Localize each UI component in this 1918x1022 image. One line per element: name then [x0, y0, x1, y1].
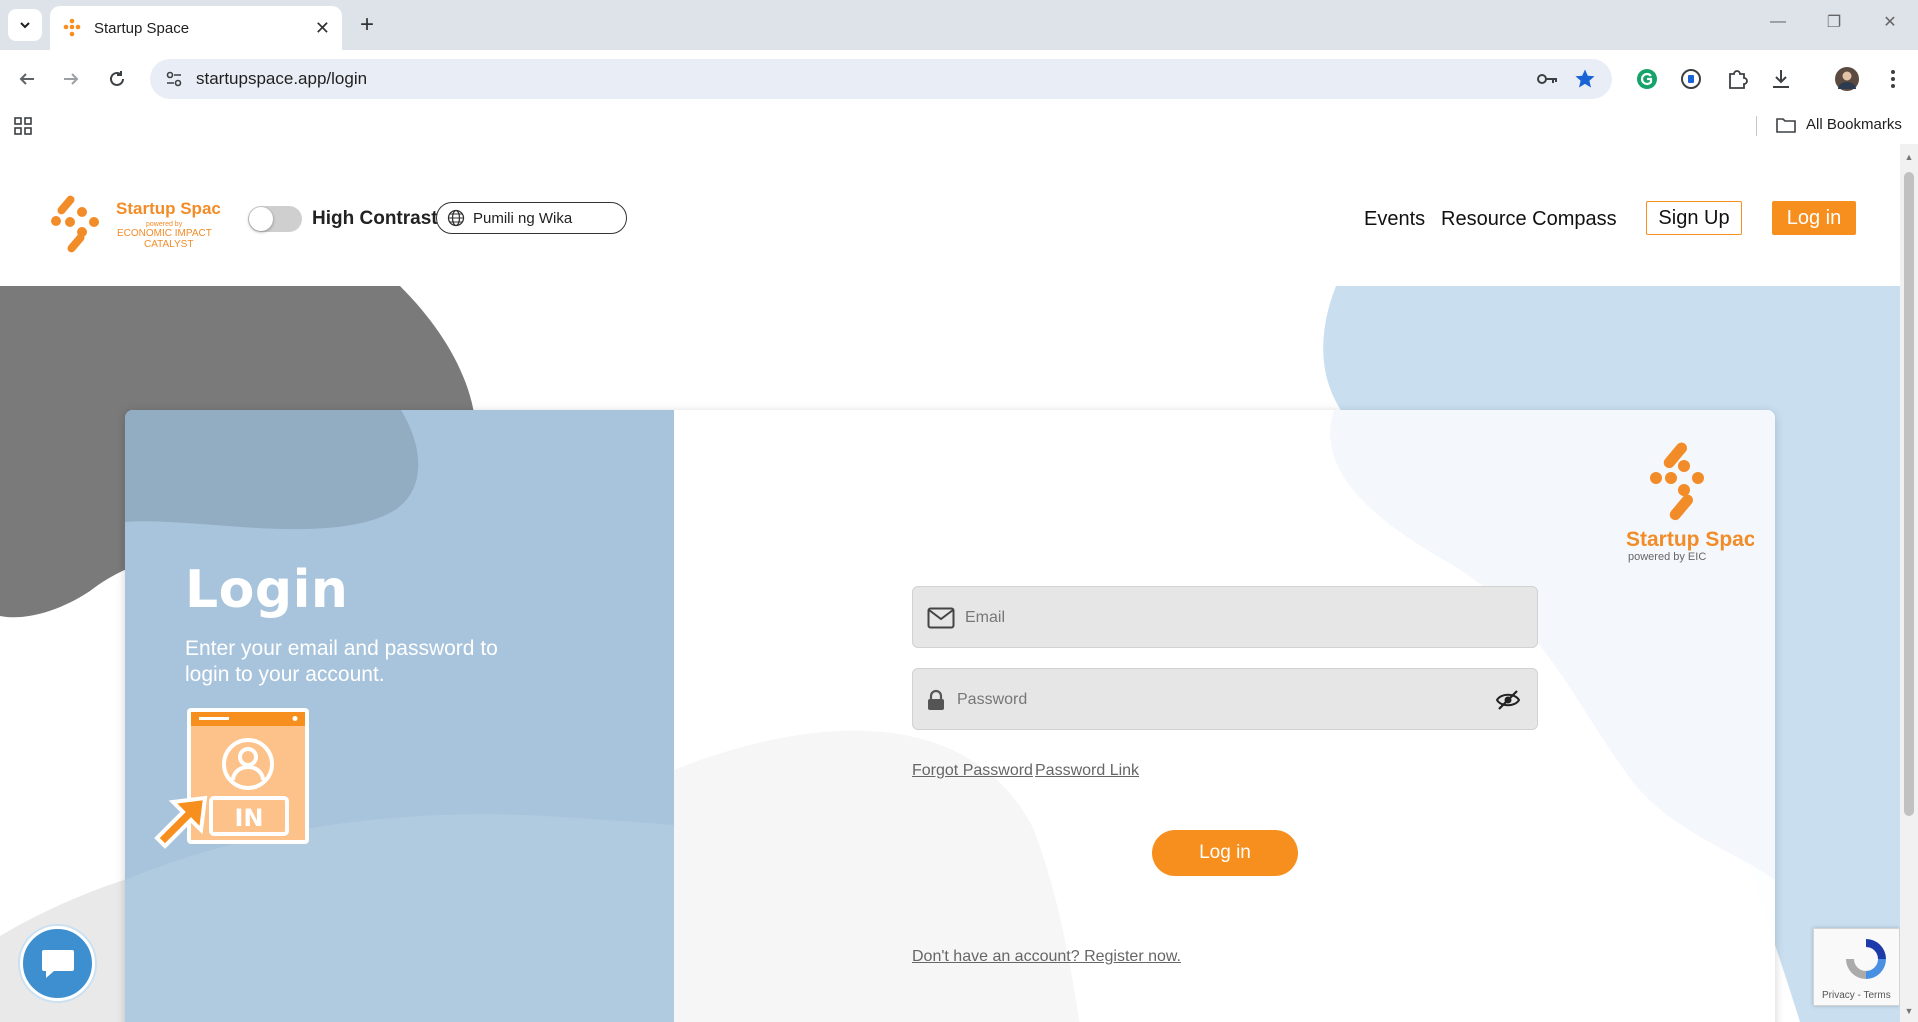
extensions-button[interactable]	[1724, 66, 1750, 92]
browser-tab[interactable]: Startup Space ✕	[50, 6, 342, 50]
mail-icon	[927, 607, 955, 629]
email-placeholder: Email	[965, 609, 1006, 626]
back-icon	[19, 73, 34, 85]
tune-icon[interactable]	[164, 69, 184, 89]
recaptcha-footer[interactable]: Privacy - Terms	[1822, 990, 1891, 1001]
grammarly-extension[interactable]	[1634, 66, 1660, 92]
grammarly-icon	[1637, 69, 1657, 89]
folder-icon	[1776, 117, 1796, 133]
login-card: Login Enter your email and password to l…	[125, 410, 1775, 1022]
eye-off-icon[interactable]	[1495, 689, 1521, 711]
email-field[interactable]: Email	[912, 586, 1538, 648]
reload-button[interactable]	[102, 64, 132, 94]
startup-space-logo-icon: Startup Space powered by ECONOMIC IMPACT…	[51, 195, 230, 253]
form-brand-logo: Startup Space powered by EIC	[1626, 442, 1754, 563]
recaptcha-badge[interactable]: Privacy - Terms	[1813, 928, 1900, 1006]
login-subtitle: Enter your email and password to login t…	[185, 637, 498, 686]
register-link[interactable]: Don't have an account? Register now.	[912, 948, 1181, 966]
profile-button[interactable]	[1834, 66, 1860, 92]
sign-up-button[interactable]: Sign Up	[1646, 201, 1742, 235]
more-icon	[1891, 70, 1895, 88]
favicon-icon	[63, 18, 81, 37]
scroll-down-arrow[interactable]: ▼	[1904, 1006, 1914, 1016]
svg-text:Startup Space: Startup Space	[116, 199, 220, 218]
high-contrast-toggle[interactable]	[248, 206, 302, 232]
bookmarks-bar: All Bookmarks	[0, 108, 1918, 144]
back-button[interactable]	[12, 64, 42, 94]
login-info-panel: Login Enter your email and password to l…	[125, 410, 674, 1022]
login-title: Login	[185, 560, 349, 620]
page-scrollbar[interactable]: ▲ ▼	[1900, 144, 1918, 1022]
login-illustration-icon: IN	[154, 708, 309, 849]
extension-icon	[1681, 69, 1701, 89]
password-link[interactable]: Password Link	[1035, 762, 1139, 780]
forward-icon	[64, 73, 79, 85]
password-placeholder: Password	[957, 691, 1028, 708]
chevron-down-icon	[20, 22, 30, 29]
all-bookmarks-button[interactable]: All Bookmarks	[1776, 116, 1902, 133]
tab-strip: Startup Space ✕ + — ❐ ✕	[0, 0, 1918, 50]
restore-button[interactable]: ❐	[1822, 10, 1846, 34]
globe-icon	[447, 209, 465, 227]
site-logo[interactable]: Startup Space powered by ECONOMIC IMPACT…	[48, 188, 230, 254]
page-viewport: Startup Space powered by ECONOMIC IMPACT…	[0, 144, 1900, 1022]
menu-button[interactable]	[1880, 66, 1906, 92]
svg-text:CATALYST: CATALYST	[144, 239, 193, 250]
download-icon	[1773, 70, 1789, 88]
apps-icon[interactable]	[14, 117, 32, 135]
svg-text:ECONOMIC IMPACT: ECONOMIC IMPACT	[117, 228, 212, 239]
tab-title: Startup Space	[94, 19, 190, 37]
close-window-button[interactable]: ✕	[1878, 10, 1902, 34]
tab-search-button[interactable]	[8, 9, 42, 41]
svg-text:powered by: powered by	[146, 221, 183, 228]
key-icon[interactable]	[1536, 69, 1560, 89]
scroll-up-arrow[interactable]: ▲	[1904, 152, 1914, 162]
password-field[interactable]: Password	[912, 668, 1538, 730]
chat-icon	[41, 949, 74, 978]
tab-close-button[interactable]: ✕	[315, 18, 330, 39]
login-hero: Login Enter your email and password to l…	[0, 286, 1900, 1022]
address-bar[interactable]: startupspace.app/login	[150, 59, 1612, 99]
star-icon[interactable]	[1574, 68, 1596, 90]
svg-text:powered by EIC: powered by EIC	[1628, 551, 1706, 563]
nav-events[interactable]: Events	[1364, 208, 1425, 231]
forgot-password-link[interactable]: Forgot Password	[912, 762, 1033, 780]
recaptcha-icon	[1846, 939, 1886, 979]
minimize-button[interactable]: —	[1766, 10, 1790, 34]
language-label: Pumili ng Wika	[473, 209, 573, 227]
avatar	[1835, 67, 1859, 91]
bookmarks-separator	[1756, 116, 1757, 136]
svg-text:IN: IN	[234, 804, 263, 832]
downloads-button[interactable]	[1768, 66, 1794, 92]
forward-button[interactable]	[56, 64, 86, 94]
url-text: startupspace.app/login	[196, 69, 368, 88]
login-form-panel: Startup Space powered by EIC Email Passw…	[674, 410, 1775, 1022]
lock-icon	[928, 689, 944, 710]
site-header: Startup Space powered by ECONOMIC IMPACT…	[0, 144, 1900, 286]
browser-toolbar: startupspace.app/login	[0, 50, 1918, 108]
new-tab-button[interactable]: +	[354, 11, 380, 38]
chat-widget-button[interactable]	[20, 926, 95, 1001]
scrollbar-thumb[interactable]	[1904, 172, 1914, 816]
high-contrast-label: High Contrast	[312, 208, 438, 229]
login-submit-button[interactable]: Log in	[1152, 830, 1298, 876]
puzzle-icon	[1729, 70, 1748, 89]
password-extension[interactable]	[1678, 66, 1704, 92]
all-bookmarks-label: All Bookmarks	[1806, 116, 1902, 133]
header-login-button[interactable]: Log in	[1772, 201, 1856, 235]
svg-text:Startup Space: Startup Space	[1626, 528, 1754, 551]
toggle-knob	[249, 207, 273, 231]
nav-resource-compass[interactable]: Resource Compass	[1441, 208, 1617, 231]
language-selector[interactable]: Pumili ng Wika	[436, 202, 627, 234]
reload-icon	[110, 71, 124, 86]
